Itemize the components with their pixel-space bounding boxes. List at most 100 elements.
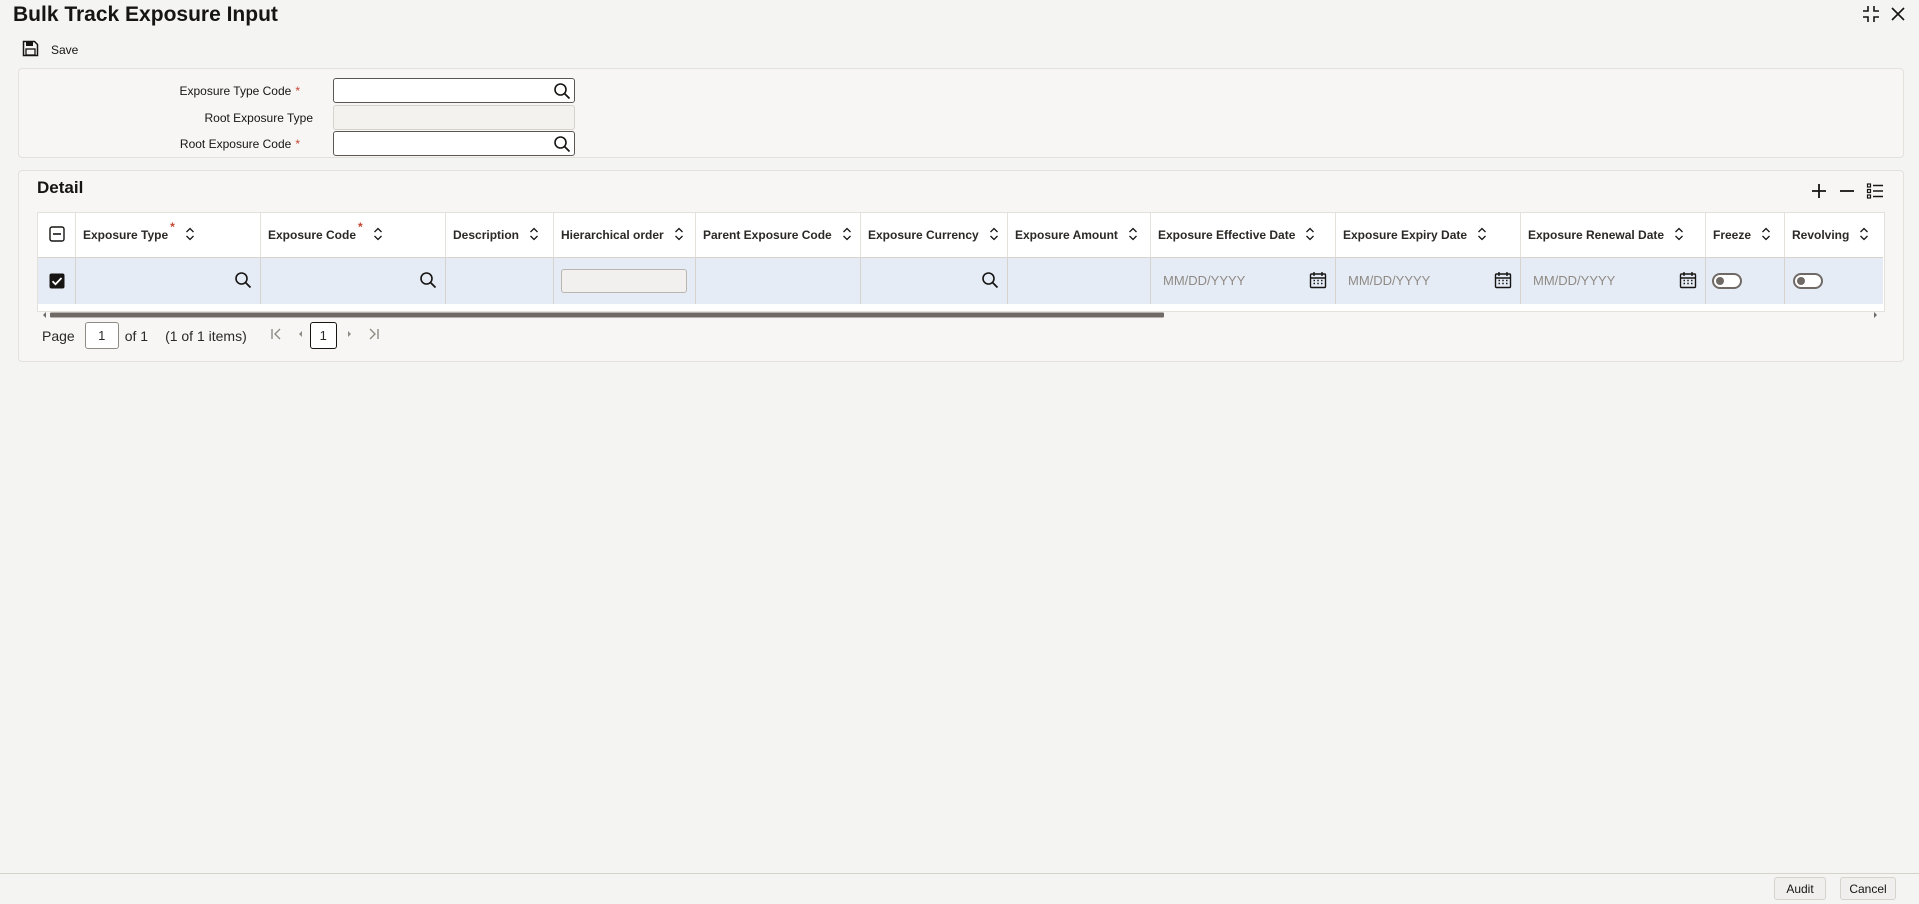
renewal-date-cell[interactable]: MM/DD/YYYY bbox=[1521, 258, 1706, 304]
footer-divider bbox=[0, 873, 1919, 874]
first-page-icon[interactable] bbox=[269, 327, 283, 344]
required-mark: * bbox=[295, 84, 300, 98]
exposure-currency-cell[interactable] bbox=[861, 258, 1008, 304]
column-label: Exposure Amount bbox=[1015, 228, 1118, 242]
row-checkbox[interactable] bbox=[49, 273, 65, 294]
column-label: Exposure Code bbox=[268, 228, 357, 242]
sort-icon[interactable] bbox=[1305, 227, 1315, 244]
previous-page-icon[interactable] bbox=[295, 327, 305, 344]
pagination: Page 1 of 1 (1 of 1 items) 1 bbox=[42, 322, 381, 349]
minimize-icon[interactable] bbox=[1861, 4, 1881, 24]
calendar-icon[interactable] bbox=[1494, 271, 1512, 294]
page-input[interactable]: 1 bbox=[84, 322, 119, 349]
description-cell bbox=[446, 258, 554, 304]
search-icon[interactable] bbox=[234, 271, 252, 294]
column-header[interactable]: Exposure Type * bbox=[76, 213, 261, 258]
page-count: of 1 bbox=[124, 327, 149, 344]
single-view-icon[interactable] bbox=[1866, 182, 1884, 205]
column-header[interactable]: Revolving bbox=[1785, 213, 1883, 258]
column-header[interactable]: Parent Exposure Code bbox=[696, 213, 861, 258]
column-label: Exposure Expiry Date bbox=[1343, 228, 1468, 242]
save-button[interactable]: Save bbox=[22, 40, 78, 60]
column-label: Revolving bbox=[1792, 228, 1850, 242]
sort-icon[interactable] bbox=[1859, 227, 1869, 244]
root-exposure-code-label: Root Exposure Code * bbox=[40, 137, 300, 151]
audit-button[interactable]: Audit bbox=[1774, 877, 1826, 900]
next-page-icon[interactable] bbox=[345, 327, 355, 344]
page-title: Bulk Track Exposure Input bbox=[13, 3, 278, 26]
select-all-checkbox[interactable] bbox=[48, 225, 65, 245]
window-controls bbox=[1861, 4, 1907, 24]
parent-exposure-code-cell bbox=[696, 258, 861, 304]
select-all-header bbox=[38, 213, 76, 258]
column-label: Exposure Renewal Date bbox=[1528, 228, 1665, 242]
exposure-type-code-label: Exposure Type Code * bbox=[40, 84, 300, 98]
revolving-cell bbox=[1785, 258, 1883, 304]
items-count: (1 of 1 items) bbox=[165, 327, 247, 344]
close-icon[interactable] bbox=[1889, 4, 1907, 24]
root-exposure-code-label-text: Root Exposure Code bbox=[179, 137, 292, 151]
sort-icon[interactable] bbox=[185, 227, 195, 244]
horizontal-scrollbar[interactable] bbox=[42, 306, 1878, 318]
column-label: Exposure Effective Date bbox=[1158, 228, 1296, 242]
column-header[interactable]: Exposure Renewal Date bbox=[1521, 213, 1706, 258]
root-exposure-code-field[interactable] bbox=[333, 131, 575, 156]
required-mark: * bbox=[295, 137, 300, 151]
freeze-cell bbox=[1706, 258, 1785, 304]
sort-icon[interactable] bbox=[1761, 227, 1771, 244]
exposure-type-cell[interactable] bbox=[76, 258, 261, 304]
sort-icon[interactable] bbox=[1477, 227, 1487, 244]
date-placeholder: MM/DD/YYYY bbox=[1348, 273, 1431, 288]
sort-icon[interactable] bbox=[842, 227, 852, 244]
column-header[interactable]: Hierarchical order bbox=[554, 213, 696, 258]
exposure-type-code-field[interactable] bbox=[333, 78, 575, 103]
root-exposure-type-field bbox=[333, 105, 575, 130]
freeze-toggle[interactable] bbox=[1712, 273, 1742, 289]
column-label: Exposure Currency bbox=[868, 228, 979, 242]
page-label: Page bbox=[42, 327, 75, 344]
row-select-cell bbox=[38, 258, 76, 304]
date-placeholder: MM/DD/YYYY bbox=[1163, 273, 1246, 288]
search-icon[interactable] bbox=[981, 271, 999, 294]
save-icon bbox=[22, 40, 39, 60]
date-placeholder: MM/DD/YYYY bbox=[1533, 273, 1616, 288]
search-icon[interactable] bbox=[553, 135, 571, 158]
last-page-icon[interactable] bbox=[367, 327, 381, 344]
root-exposure-type-label: Root Exposure Type bbox=[204, 111, 313, 125]
exposure-amount-cell[interactable] bbox=[1008, 258, 1151, 304]
revolving-toggle[interactable] bbox=[1793, 273, 1823, 289]
expiry-date-cell[interactable]: MM/DD/YYYY bbox=[1336, 258, 1521, 304]
sort-icon[interactable] bbox=[1674, 227, 1684, 244]
column-header[interactable]: Freeze bbox=[1706, 213, 1785, 258]
add-row-icon[interactable] bbox=[1810, 182, 1828, 205]
column-header[interactable]: Exposure Effective Date bbox=[1151, 213, 1336, 258]
sort-icon[interactable] bbox=[373, 227, 383, 244]
exposure-code-cell[interactable] bbox=[261, 258, 446, 304]
column-header[interactable]: Exposure Code * bbox=[261, 213, 446, 258]
column-label: Parent Exposure Code bbox=[703, 228, 832, 242]
column-label: Hierarchical order bbox=[561, 228, 664, 242]
column-header[interactable]: Exposure Expiry Date bbox=[1336, 213, 1521, 258]
calendar-icon[interactable] bbox=[1309, 271, 1327, 294]
detail-title: Detail bbox=[37, 178, 84, 197]
column-label: Description bbox=[453, 228, 520, 242]
sort-icon[interactable] bbox=[989, 227, 999, 244]
search-icon[interactable] bbox=[553, 82, 571, 105]
search-icon[interactable] bbox=[419, 271, 437, 294]
page-button[interactable]: 1 bbox=[309, 322, 337, 349]
sort-icon[interactable] bbox=[1128, 227, 1138, 244]
sort-icon[interactable] bbox=[674, 227, 684, 244]
sort-icon[interactable] bbox=[529, 227, 539, 244]
delete-row-icon[interactable] bbox=[1838, 182, 1856, 205]
hierarchical-order-cell bbox=[554, 258, 696, 304]
calendar-icon[interactable] bbox=[1679, 271, 1697, 294]
column-header[interactable]: Description bbox=[446, 213, 554, 258]
column-header[interactable]: Exposure Amount bbox=[1008, 213, 1151, 258]
save-label: Save bbox=[51, 43, 79, 57]
column-header[interactable]: Exposure Currency bbox=[861, 213, 1008, 258]
required-mark: * bbox=[170, 220, 175, 234]
column-label: Freeze bbox=[1713, 228, 1752, 242]
hierarchical-order-input[interactable] bbox=[561, 269, 687, 293]
effective-date-cell[interactable]: MM/DD/YYYY bbox=[1151, 258, 1336, 304]
cancel-button[interactable]: Cancel bbox=[1840, 877, 1896, 900]
